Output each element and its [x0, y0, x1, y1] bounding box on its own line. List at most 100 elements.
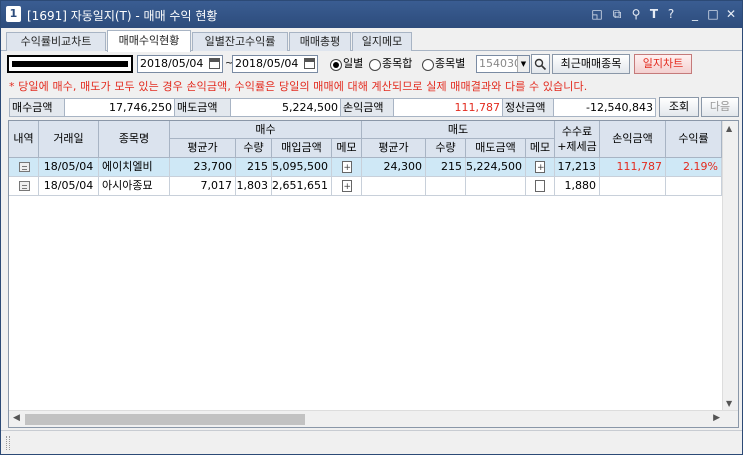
font-size-icon[interactable]: T — [646, 5, 662, 23]
sell-memo-cell[interactable] — [526, 177, 555, 196]
tab-trade-profit-status[interactable]: 매매수익현황 — [107, 30, 191, 52]
col-sell-memo: 메모 — [526, 139, 555, 158]
link-icon[interactable]: ◱ — [589, 5, 605, 23]
date-cell: 18/05/04 — [39, 158, 99, 177]
table-row[interactable]: 18/05/04 에이치엘비 23,700 215 5,095,500 24,3… — [9, 158, 722, 177]
date-cell: 18/05/04 — [39, 177, 99, 196]
fee-cell: 1,880 — [555, 177, 600, 196]
scroll-down-icon[interactable]: ▼ — [726, 399, 732, 408]
date-to-value: 2018/05/04 — [235, 57, 299, 70]
tab-return-comparison-chart[interactable]: 수익률비교차트 — [6, 32, 106, 51]
sell-avg-cell — [362, 177, 426, 196]
query-button[interactable]: 조회 — [659, 97, 699, 117]
status-bar — [1, 430, 742, 454]
memo-add-icon[interactable] — [341, 178, 352, 195]
radio-by-item[interactable]: 종목별 — [421, 56, 465, 72]
search-icon — [534, 58, 547, 71]
buy-memo-cell[interactable] — [332, 177, 362, 196]
scroll-up-icon[interactable]: ▲ — [726, 124, 732, 133]
filter-row: 2018/05/04 ~ 2018/05/04 일별 종목합 종목별 15403… — [1, 52, 742, 76]
col-fee-line1: 수수료 — [561, 125, 593, 138]
sell-memo-cell[interactable] — [526, 158, 555, 177]
scroll-left-icon[interactable]: ◀ — [13, 413, 20, 423]
maximize-icon[interactable]: □ — [705, 5, 721, 23]
close-icon[interactable]: ✕ — [723, 5, 739, 23]
account-field[interactable] — [7, 55, 133, 73]
col-group-sell: 매도 — [362, 121, 555, 139]
memo-icon[interactable] — [535, 180, 545, 192]
row-detail-cell[interactable] — [9, 177, 39, 196]
copy-window-icon[interactable]: ⧉ — [609, 5, 625, 23]
tab-trade-review[interactable]: 매매총평 — [289, 32, 351, 51]
col-buy-amount: 매입금액 — [272, 139, 332, 158]
summary-row: 매수금액 17,746,250 매도금액 5,224,500 손익금액 111,… — [9, 97, 742, 118]
pin-icon[interactable]: ⚲ — [628, 5, 644, 23]
journal-chart-button[interactable]: 일지차트 — [634, 54, 692, 74]
window-title: [1691] 자동일지(T) - 매매 수익 현황 — [27, 9, 218, 23]
vertical-scrollbar[interactable]: ▲ ▼ — [722, 121, 738, 411]
pnl-cell: 111,787 — [600, 158, 666, 177]
rate-cell: 2.19% — [666, 158, 722, 177]
sell-amount-value: 5,224,500 — [230, 98, 341, 117]
notice-text: * 당일에 매수, 매도가 모두 있는 경우 손익금액, 수익률은 당일의 매매… — [9, 80, 588, 93]
scroll-right-icon[interactable]: ▶ — [713, 413, 720, 423]
col-detail: 내역 — [9, 121, 39, 158]
next-button[interactable]: 다음 — [701, 97, 739, 117]
radio-combined[interactable]: 종목합 — [368, 56, 412, 72]
buy-memo-cell[interactable] — [332, 158, 362, 177]
col-buy-avg: 평균가 — [170, 139, 236, 158]
search-button[interactable] — [531, 54, 550, 74]
sell-qty-cell: 215 — [426, 158, 466, 177]
settle-label: 정산금액 — [502, 98, 554, 117]
name-cell: 에이치엘비 — [99, 158, 170, 177]
buy-amount-label: 매수금액 — [9, 98, 65, 117]
col-sell-amount: 매도금액 — [466, 139, 526, 158]
col-sell-avg: 평균가 — [362, 139, 426, 158]
col-buy-qty: 수량 — [236, 139, 272, 158]
buy-qty-cell: 215 — [236, 158, 272, 177]
buy-amount-cell: 2,651,651 — [272, 177, 332, 196]
sell-amount-cell: 5,224,500 — [466, 158, 526, 177]
list-icon[interactable] — [18, 181, 30, 191]
item-code-combo[interactable]: 154030 ▼ — [476, 55, 530, 73]
calendar-icon[interactable] — [209, 58, 220, 69]
col-fee: 수수료 +제세금 — [555, 121, 600, 158]
buy-amount-cell: 5,095,500 — [272, 158, 332, 177]
horizontal-scrollbar[interactable]: ◀ ▶ — [9, 410, 738, 427]
recent-trade-items-button[interactable]: 최근매매종목 — [552, 54, 630, 74]
col-pnl: 손익금액 — [600, 121, 666, 158]
pnl-label: 손익금액 — [340, 98, 394, 117]
list-icon[interactable] — [18, 162, 30, 172]
window-number-badge: 1 — [6, 6, 21, 22]
col-rate: 수익률 — [666, 121, 722, 158]
trade-table: 내역 거래일 종목명 매수 매도 수수료 +제세금 손익금액 수익률 평균가 수… — [8, 120, 739, 428]
sell-amount-cell — [466, 177, 526, 196]
col-group-buy: 매수 — [170, 121, 362, 139]
tab-bar: 수익률비교차트 매매수익현황 일별잔고수익률 매매총평 일지메모 — [1, 28, 742, 52]
radio-daily[interactable]: 일별 — [329, 56, 363, 72]
buy-amount-value: 17,746,250 — [64, 98, 175, 117]
pnl-value: 111,787 — [393, 98, 503, 117]
title-bar: 1 [1691] 자동일지(T) - 매매 수익 현황 ◱ ⧉ ⚲ T ? _ … — [1, 1, 742, 28]
col-buy-memo: 메모 — [332, 139, 362, 158]
grip-icon — [6, 436, 10, 450]
memo-add-icon[interactable] — [535, 159, 545, 176]
name-cell: 아시아종묘 — [99, 177, 170, 196]
memo-add-icon[interactable] — [341, 159, 352, 176]
sell-qty-cell — [426, 177, 466, 196]
table-row[interactable]: 18/05/04 아시아종묘 7,017 1,803 2,651,651 1,8… — [9, 177, 722, 196]
pnl-cell — [600, 177, 666, 196]
tab-daily-balance-return[interactable]: 일별잔고수익률 — [192, 32, 288, 51]
horizontal-scroll-thumb[interactable] — [25, 414, 305, 425]
col-date: 거래일 — [39, 121, 99, 158]
date-from-field[interactable]: 2018/05/04 — [137, 55, 223, 73]
row-detail-cell[interactable] — [9, 158, 39, 177]
minimize-icon[interactable]: _ — [687, 5, 703, 23]
help-icon[interactable]: ? — [663, 5, 679, 23]
col-sell-qty: 수량 — [426, 139, 466, 158]
chevron-down-icon[interactable]: ▼ — [517, 56, 529, 72]
tab-journal-memo[interactable]: 일지메모 — [352, 32, 412, 51]
rate-cell — [666, 177, 722, 196]
date-to-field[interactable]: 2018/05/04 — [232, 55, 318, 73]
calendar-icon[interactable] — [304, 58, 315, 69]
